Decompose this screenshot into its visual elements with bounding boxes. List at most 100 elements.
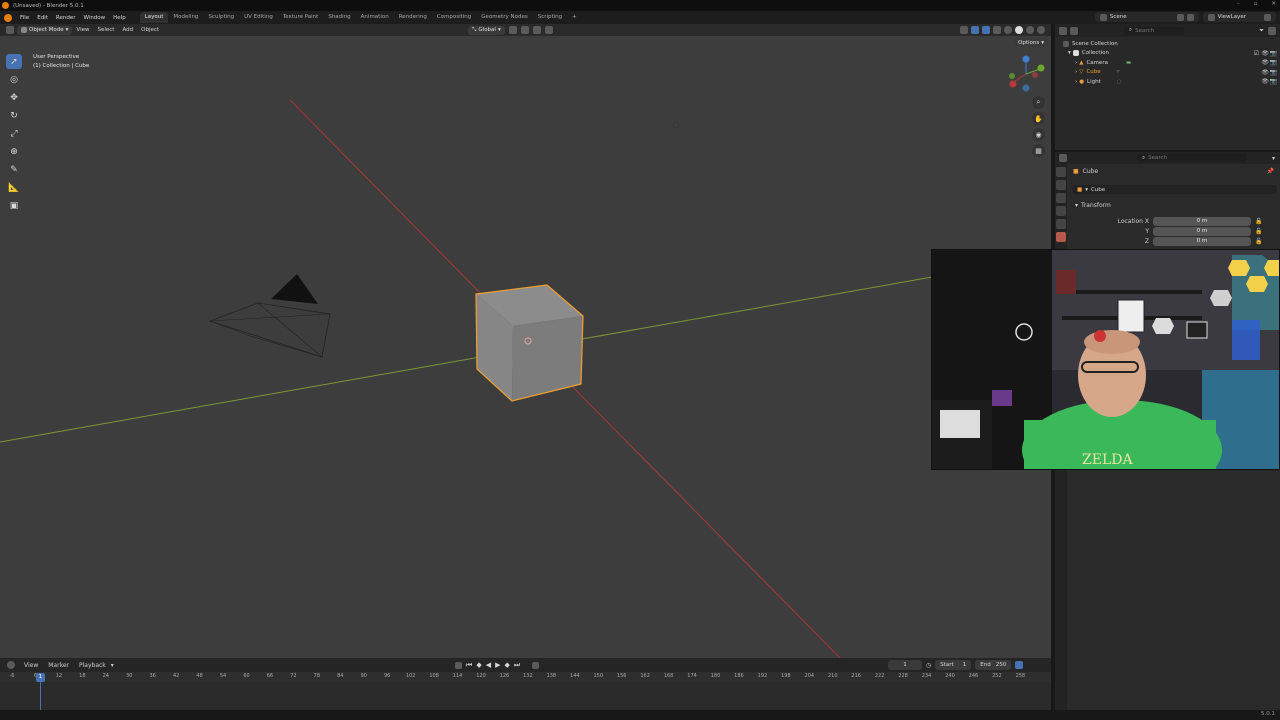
- scene-tab-icon[interactable]: [1056, 219, 1066, 229]
- minimize-icon[interactable]: –: [1237, 1, 1240, 7]
- chevron-down-icon[interactable]: ▾: [1272, 155, 1275, 162]
- cursor-tool-button[interactable]: ◎: [6, 72, 22, 87]
- outliner-search-input[interactable]: ⌕ Search: [1124, 26, 1184, 35]
- tab-sculpting[interactable]: Sculpting: [203, 12, 239, 23]
- zoom-button[interactable]: ⌕: [1032, 96, 1045, 109]
- add-workspace-button[interactable]: +: [567, 12, 582, 23]
- tab-uv-editing[interactable]: UV Editing: [239, 12, 278, 23]
- rendered-shading-icon[interactable]: [1037, 26, 1045, 34]
- pan-button[interactable]: ✋: [1032, 112, 1045, 125]
- output-tab-icon[interactable]: [1056, 193, 1066, 203]
- play-reverse-icon[interactable]: ◀: [486, 661, 491, 669]
- gizmo-neg-y-handle[interactable]: [1009, 73, 1015, 79]
- outliner-item-light[interactable]: › ● Light ◌ 👁 📷: [1063, 77, 1277, 87]
- checkbox-icon[interactable]: ☑: [1254, 50, 1259, 57]
- render-icon[interactable]: 📷: [1270, 69, 1277, 76]
- chevron-right-icon[interactable]: ›: [1075, 79, 1077, 85]
- jump-start-icon[interactable]: ⏮: [466, 661, 472, 670]
- tab-shading[interactable]: Shading: [323, 12, 355, 23]
- view-layer-tab-icon[interactable]: [1056, 206, 1066, 216]
- copy-icon[interactable]: [1264, 13, 1271, 21]
- jump-keyframe-forward-icon[interactable]: ◆: [504, 661, 509, 669]
- blender-menu-icon[interactable]: [4, 13, 12, 22]
- chevron-right-icon[interactable]: ›: [1075, 60, 1077, 66]
- cube-object[interactable]: [475, 284, 584, 402]
- mesh-data-icon[interactable]: ▿: [1117, 69, 1120, 75]
- editor-type-icon[interactable]: [7, 661, 15, 669]
- rotate-tool-button[interactable]: ↻: [6, 108, 22, 123]
- editor-type-icon[interactable]: [1059, 26, 1067, 35]
- material-shading-icon[interactable]: [1026, 26, 1034, 34]
- camera-object[interactable]: [208, 274, 331, 358]
- proportional-edit-icon[interactable]: [544, 26, 553, 34]
- chevron-right-icon[interactable]: ›: [1075, 69, 1077, 75]
- navigation-gizmo[interactable]: [1009, 55, 1045, 92]
- eye-icon[interactable]: 👁: [1261, 69, 1269, 76]
- menu-file[interactable]: File: [16, 15, 33, 21]
- gizmo-y-handle[interactable]: [1037, 64, 1045, 72]
- lock-icon[interactable]: 🔓: [1255, 218, 1262, 225]
- eye-icon[interactable]: 👁: [1261, 59, 1269, 66]
- editor-type-icon[interactable]: [6, 26, 14, 34]
- camera-view-button[interactable]: ◉: [1032, 128, 1045, 141]
- pivot-icon[interactable]: [508, 26, 517, 34]
- menu-render[interactable]: Render: [52, 15, 80, 21]
- scene-collection-row[interactable]: Scene Collection: [1063, 39, 1277, 49]
- object-name-field[interactable]: ■ ▾ Cube: [1072, 185, 1277, 194]
- tab-scripting[interactable]: Scripting: [533, 12, 567, 23]
- record-icon[interactable]: [455, 661, 462, 669]
- tab-rendering[interactable]: Rendering: [394, 12, 432, 23]
- viewport-menu-select[interactable]: Select: [93, 27, 118, 33]
- eye-icon[interactable]: 👁: [1261, 50, 1269, 57]
- 3d-viewport[interactable]: [0, 24, 1051, 658]
- measure-tool-button[interactable]: 📐: [6, 180, 22, 195]
- render-icon[interactable]: 📷: [1270, 78, 1277, 85]
- playhead[interactable]: 1: [36, 673, 45, 682]
- camera-data-icon[interactable]: ▬: [1126, 60, 1131, 66]
- sync-icon[interactable]: [1015, 661, 1024, 669]
- properties-search-input[interactable]: ⌕ Search: [1137, 154, 1247, 162]
- display-mode-icon[interactable]: [1070, 26, 1078, 35]
- start-frame-field[interactable]: Start 1: [935, 660, 972, 670]
- close-icon[interactable]: ✕: [1271, 1, 1276, 7]
- move-tool-button[interactable]: ✥: [6, 90, 22, 105]
- gizmo-toggle-icon[interactable]: [971, 26, 979, 34]
- menu-edit[interactable]: Edit: [33, 15, 52, 21]
- annotate-tool-button[interactable]: ✎: [6, 162, 22, 177]
- delete-icon[interactable]: [1186, 13, 1194, 21]
- maximize-icon[interactable]: ▫: [1254, 1, 1258, 7]
- gizmo-x-handle[interactable]: [1009, 80, 1017, 88]
- menu-window[interactable]: Window: [79, 15, 109, 21]
- timeline-menu-playback[interactable]: Playback: [74, 662, 111, 669]
- new-collection-icon[interactable]: [1268, 26, 1276, 35]
- orientation-dropdown[interactable]: ⤡ Global ▾: [468, 25, 505, 35]
- lock-icon[interactable]: 🔓: [1255, 228, 1262, 235]
- select-tool-button[interactable]: ➚: [6, 54, 22, 69]
- jump-keyframe-back-icon[interactable]: ◆: [476, 661, 481, 669]
- outliner-item-cube[interactable]: › ▽ Cube ▿ 👁 📷: [1063, 68, 1277, 78]
- gizmo-neg-z-handle[interactable]: [1022, 84, 1030, 92]
- tab-texture-paint[interactable]: Texture Paint: [278, 12, 324, 23]
- render-icon[interactable]: 📷: [1270, 59, 1277, 66]
- timeline-menu-marker[interactable]: Marker: [43, 662, 74, 669]
- snap-target-icon[interactable]: [532, 26, 541, 34]
- add-cube-tool-button[interactable]: ▣: [6, 198, 22, 213]
- location-z-field[interactable]: 0 m: [1153, 236, 1251, 246]
- keying-icon[interactable]: [532, 661, 540, 669]
- copy-icon[interactable]: [1176, 13, 1184, 21]
- render-icon[interactable]: 📷: [1270, 50, 1277, 57]
- location-y-field[interactable]: 0 m: [1153, 226, 1251, 236]
- filter-icon[interactable]: ⏷: [1259, 27, 1264, 35]
- menu-help[interactable]: Help: [109, 15, 130, 21]
- light-data-icon[interactable]: ◌: [1117, 79, 1122, 85]
- transform-panel-header[interactable]: ▾ Transform: [1075, 202, 1111, 209]
- gizmo-z-handle[interactable]: [1022, 55, 1030, 63]
- snap-icon[interactable]: [520, 26, 529, 34]
- scene-selector[interactable]: Scene: [1094, 12, 1199, 22]
- tab-layout[interactable]: Layout: [139, 12, 169, 23]
- view-layer-selector[interactable]: ViewLayer: [1202, 12, 1276, 22]
- xray-icon[interactable]: [993, 26, 1001, 34]
- tab-modeling[interactable]: Modeling: [168, 12, 203, 23]
- timeline-ruler[interactable]: -661218243036424854606672788490961021081…: [0, 672, 1051, 682]
- viewport-menu-view[interactable]: View: [72, 27, 93, 33]
